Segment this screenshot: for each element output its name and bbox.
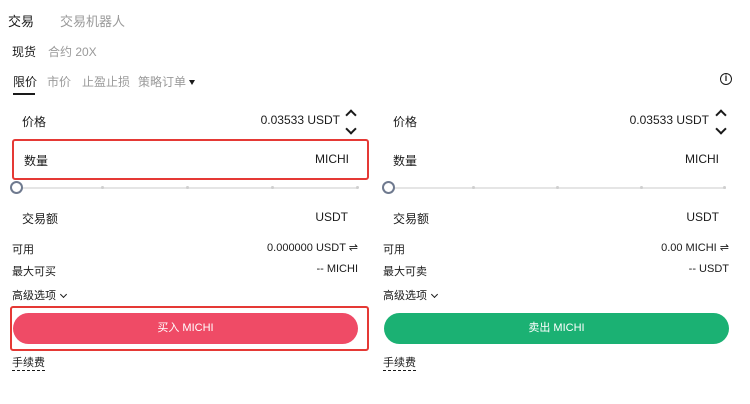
buy-slider-thumb[interactable] bbox=[10, 181, 23, 194]
buy-slider-track[interactable] bbox=[16, 186, 359, 189]
buy-max-label: 最大可买 bbox=[12, 266, 56, 278]
buy-qty-field[interactable]: 数量 MICHI bbox=[12, 142, 369, 176]
sell-amount-unit: USDT bbox=[686, 210, 719, 224]
chevron-up-icon[interactable] bbox=[715, 109, 727, 121]
sell-amount-label: 交易额 bbox=[393, 212, 430, 226]
sell-advanced-options[interactable]: 高级选项 bbox=[383, 287, 439, 303]
buy-advanced-options[interactable]: 高级选项 bbox=[12, 287, 68, 303]
sell-qty-field[interactable]: 数量 MICHI bbox=[381, 142, 736, 176]
sell-advanced-label: 高级选项 bbox=[383, 290, 427, 302]
chevron-down-icon bbox=[59, 290, 68, 299]
slider-mark[interactable] bbox=[640, 186, 643, 189]
buy-price-label: 价格 bbox=[22, 115, 47, 129]
buy-amount-label: 交易额 bbox=[22, 212, 59, 226]
sell-price-label: 价格 bbox=[393, 115, 418, 129]
sell-amount-field[interactable]: 交易额 USDT bbox=[381, 200, 736, 234]
sell-price-value[interactable]: 0.03533 USDT bbox=[630, 113, 709, 127]
tab-strategy-label: 策略订单 bbox=[138, 75, 187, 89]
buy-amount-unit: USDT bbox=[315, 210, 348, 224]
tab-trading-bot[interactable]: 交易机器人 bbox=[60, 11, 125, 30]
buy-qty-unit: MICHI bbox=[315, 152, 349, 166]
sell-available-value[interactable]: 0.00 MICHI ⇌ bbox=[661, 241, 729, 254]
buy-advanced-label: 高级选项 bbox=[12, 290, 56, 302]
buy-qty-label: 数量 bbox=[24, 154, 49, 168]
buy-price-value[interactable]: 0.03533 USDT bbox=[261, 113, 340, 127]
slider-mark[interactable] bbox=[356, 186, 359, 189]
sell-price-stepper[interactable] bbox=[714, 107, 728, 135]
tab-contract[interactable]: 合约 20X bbox=[48, 43, 97, 60]
sell-price-field[interactable]: 价格 0.03533 USDT bbox=[381, 103, 736, 137]
tab-active-underline bbox=[13, 93, 35, 95]
chevron-down-icon[interactable] bbox=[345, 123, 357, 135]
tab-tpsl[interactable]: 止盈止损 bbox=[82, 73, 130, 90]
buy-amount-field[interactable]: 交易额 USDT bbox=[10, 200, 370, 234]
buy-price-stepper[interactable] bbox=[344, 107, 358, 135]
slider-mark[interactable] bbox=[723, 186, 726, 189]
buy-available-value[interactable]: 0.000000 USDT ⇌ bbox=[267, 241, 358, 254]
buy-available-label: 可用 bbox=[12, 244, 34, 256]
sell-slider-thumb[interactable] bbox=[382, 181, 395, 194]
sell-available-label: 可用 bbox=[383, 244, 405, 256]
tab-spot[interactable]: 现货 bbox=[12, 43, 36, 60]
info-icon[interactable]: i bbox=[720, 73, 732, 85]
chevron-down-icon bbox=[430, 290, 439, 299]
chevron-up-icon[interactable] bbox=[345, 109, 357, 121]
slider-mark[interactable] bbox=[186, 186, 189, 189]
caret-down-icon bbox=[189, 80, 196, 86]
slider-mark[interactable] bbox=[472, 186, 475, 189]
slider-mark[interactable] bbox=[101, 186, 104, 189]
sell-button[interactable]: 卖出 MICHI bbox=[384, 313, 729, 344]
slider-mark[interactable] bbox=[271, 186, 274, 189]
tab-trade[interactable]: 交易 bbox=[8, 11, 34, 30]
tab-market[interactable]: 市价 bbox=[47, 73, 71, 90]
sell-qty-unit: MICHI bbox=[685, 152, 719, 166]
buy-max-value: -- MICHI bbox=[316, 263, 358, 275]
tab-limit[interactable]: 限价 bbox=[13, 73, 37, 90]
buy-fee-link[interactable]: 手续费 bbox=[12, 354, 45, 371]
sell-qty-label: 数量 bbox=[393, 154, 418, 168]
sell-max-label: 最大可卖 bbox=[383, 266, 427, 278]
sell-slider-track[interactable] bbox=[388, 186, 726, 189]
slider-mark[interactable] bbox=[556, 186, 559, 189]
tab-strategy-order[interactable]: 策略订单 bbox=[138, 73, 196, 90]
chevron-down-icon[interactable] bbox=[715, 123, 727, 135]
buy-price-field[interactable]: 价格 0.03533 USDT bbox=[10, 103, 370, 137]
buy-button[interactable]: 买入 MICHI bbox=[13, 313, 358, 344]
sell-fee-link[interactable]: 手续费 bbox=[383, 354, 416, 371]
sell-max-value: -- USDT bbox=[688, 263, 729, 275]
